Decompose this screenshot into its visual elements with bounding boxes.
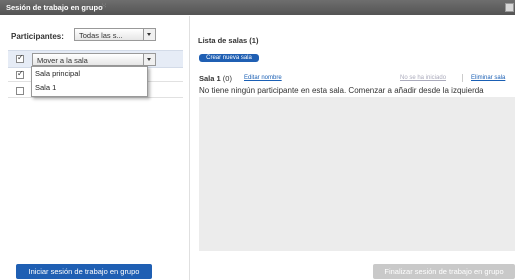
start-breakout-button[interactable]: Iniciar sesión de trabajo en grupo	[16, 264, 152, 279]
create-room-button[interactable]: Crear nueva sala	[199, 54, 259, 62]
window-control-button[interactable]	[505, 3, 514, 12]
menu-option-main-room[interactable]: Sala principal	[35, 69, 80, 78]
participants-header: Participantes:	[8, 28, 64, 44]
filter-value: Todas las s...	[79, 30, 123, 40]
window-title: Sesión de trabajo en grupo	[6, 3, 103, 12]
move-to-room-menu: Sala principal Sala 1	[31, 66, 148, 97]
end-breakout-button: Finalizar sesión de trabajo en grupo	[373, 264, 515, 279]
room-name: Sala 1 (0)	[199, 74, 232, 83]
participants-label: Participantes:	[11, 31, 64, 41]
drag-grip-icon[interactable]: ⁙	[101, 2, 107, 10]
move-to-room-select[interactable]: Mover a la sala	[32, 53, 156, 66]
move-value: Mover a la sala	[37, 55, 88, 65]
room-count: (0)	[222, 74, 232, 83]
chevron-down-icon	[143, 29, 155, 40]
edit-room-name-link[interactable]: Editar nombre	[244, 75, 282, 81]
room-title: Sala 1	[199, 74, 221, 83]
panel-divider	[189, 16, 190, 280]
delete-room-link[interactable]: Eliminar sala	[471, 75, 505, 81]
link-divider	[462, 74, 463, 82]
participants-panel: Participantes: Todas las s... Mover a la…	[8, 22, 183, 254]
chevron-down-icon	[143, 54, 155, 65]
room-drop-area[interactable]	[199, 97, 515, 251]
participant-checkbox[interactable]	[16, 69, 24, 79]
participants-filter-select[interactable]: Todas las s...	[74, 28, 156, 41]
rooms-list-title: Lista de salas (1)	[198, 36, 259, 45]
title-bar: Sesión de trabajo en grupo ⁙	[0, 0, 515, 15]
participant-checkbox[interactable]	[16, 53, 24, 63]
empty-room-hint: No tiene ningún participante en esta sal…	[199, 86, 484, 95]
room-status: No se ha iniciado	[400, 75, 447, 81]
row-divider	[8, 97, 183, 98]
participant-checkbox[interactable]	[16, 87, 24, 95]
menu-option-room-1[interactable]: Sala 1	[35, 83, 56, 92]
